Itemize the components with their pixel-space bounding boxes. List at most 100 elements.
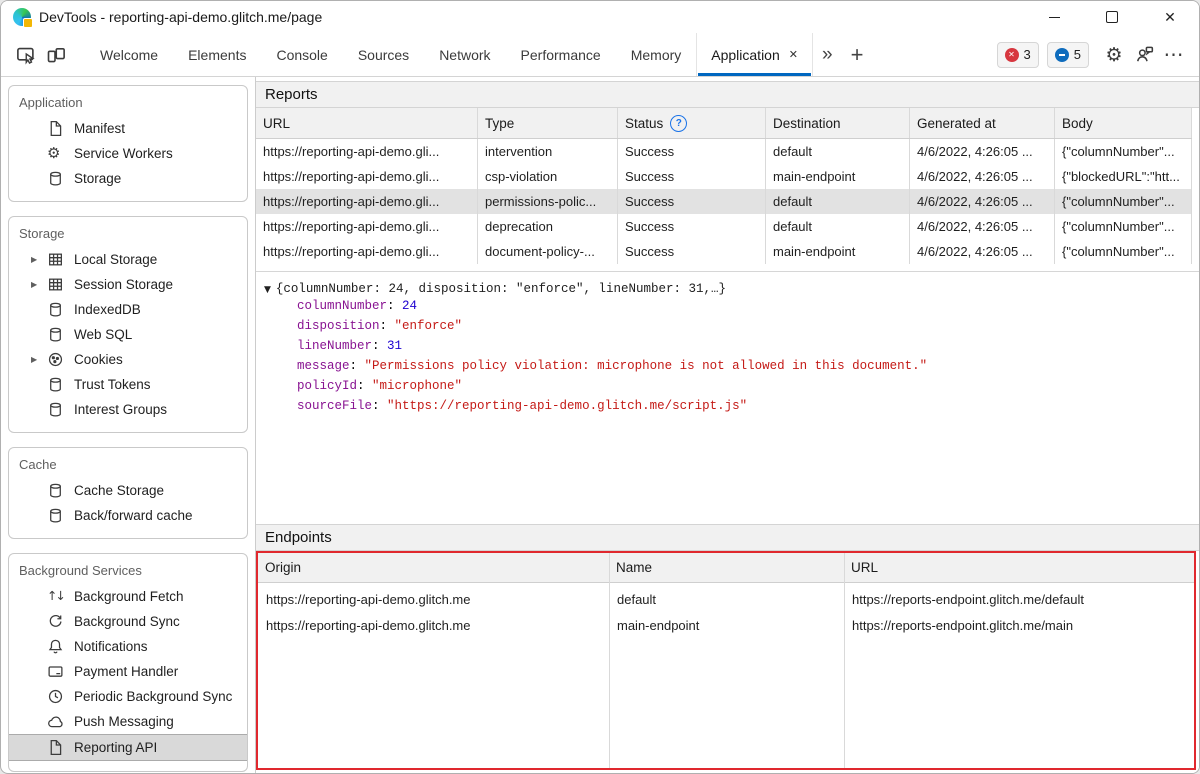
settings-button[interactable]: ⚙ (1099, 40, 1129, 70)
sidebar-item-push-messaging[interactable]: Push Messaging (9, 709, 247, 734)
error-badge[interactable]: ✕ 3 (997, 42, 1039, 68)
tree-expanded-icon[interactable]: ▼ (264, 285, 271, 295)
endpoints-column-header-name[interactable]: Name (609, 553, 844, 582)
endpoints-table-header: Origin Name URL (258, 553, 1194, 583)
column-header-url[interactable]: URL (256, 108, 478, 138)
report-row[interactable]: https://reporting-api-demo.gli...csp-vio… (256, 164, 1192, 189)
sidebar-item-label: Back/forward cache (74, 508, 193, 523)
report-row[interactable]: https://reporting-api-demo.gli...depreca… (256, 214, 1192, 239)
feedback-button[interactable] (1129, 40, 1159, 70)
more-tabs-button[interactable]: » (813, 44, 842, 66)
sidebar-item-trust-tokens[interactable]: Trust Tokens (9, 372, 247, 397)
report-cell: document-policy-... (478, 239, 618, 264)
tab-application[interactable]: Application ✕ (696, 33, 813, 76)
database-icon (47, 482, 69, 499)
report-cell: 4/6/2022, 4:26:05 ... (910, 189, 1055, 214)
issues-icon (1055, 48, 1069, 62)
sidebar-item-periodic-background-sync[interactable]: Periodic Background Sync (9, 684, 247, 709)
endpoint-cell: https://reports-endpoint.glitch.me/main (844, 612, 1194, 638)
issue-count: 5 (1074, 47, 1081, 62)
tab-label: Network (439, 47, 490, 63)
tab-memory[interactable]: Memory (616, 33, 697, 76)
tab-welcome[interactable]: Welcome (85, 33, 173, 76)
sidebar-item-cookies[interactable]: ▶ Cookies (9, 347, 247, 372)
sidebar-item-background-sync[interactable]: Background Sync (9, 609, 247, 634)
sidebar-item-session-storage[interactable]: ▶ Session Storage (9, 272, 247, 297)
sidebar-item-interest-groups[interactable]: Interest Groups (9, 397, 247, 422)
tab-performance[interactable]: Performance (506, 33, 616, 76)
report-row[interactable]: https://reporting-api-demo.gli...documen… (256, 239, 1192, 264)
sidebar-item-service-workers[interactable]: ⚙ Service Workers (9, 141, 247, 166)
reports-table-header: URL Type Status ? Destination Generated … (256, 108, 1192, 139)
report-cell: Success (618, 189, 766, 214)
column-header-label: Status (625, 116, 663, 131)
sidebar-item-manifest[interactable]: Manifest (9, 116, 247, 141)
tab-label: Performance (521, 47, 601, 63)
expander-icon[interactable]: ▶ (31, 280, 47, 289)
inspect-element-button[interactable] (11, 40, 41, 70)
endpoint-cell: https://reports-endpoint.glitch.me/defau… (844, 586, 1194, 612)
sidebar-item-payment-handler[interactable]: Payment Handler (9, 659, 247, 684)
endpoint-row[interactable]: https://reporting-api-demo.glitch.medefa… (258, 586, 1194, 612)
report-cell: default (766, 214, 910, 239)
json-preview-line[interactable]: ▼ {columnNumber: 24, disposition: "enfor… (264, 282, 1191, 296)
close-button[interactable]: ✕ (1141, 1, 1199, 33)
report-cell: Success (618, 239, 766, 264)
tab-console[interactable]: Console (261, 33, 342, 76)
column-header-type[interactable]: Type (478, 108, 618, 138)
column-header-body[interactable]: Body (1055, 108, 1192, 138)
device-toolbar-button[interactable] (41, 40, 71, 70)
gear-icon: ⚙ (1105, 44, 1122, 66)
report-row[interactable]: https://reporting-api-demo.gli...interve… (256, 139, 1192, 164)
minimize-button[interactable] (1025, 1, 1083, 33)
endpoint-row[interactable]: https://reporting-api-demo.glitch.memain… (258, 612, 1194, 638)
tab-label: Console (276, 47, 327, 63)
tab-close-icon[interactable]: ✕ (789, 48, 798, 61)
sidebar-item-web-sql[interactable]: Web SQL (9, 322, 247, 347)
report-cell: Success (618, 164, 766, 189)
report-row[interactable]: https://reporting-api-demo.gli...permiss… (256, 189, 1192, 214)
help-icon[interactable]: ? (670, 115, 687, 132)
sidebar-item-label: Session Storage (74, 277, 173, 292)
error-icon: ✕ (1005, 48, 1019, 62)
sidebar-item-label: Background Fetch (74, 589, 184, 604)
report-cell: default (766, 189, 910, 214)
report-cell: main-endpoint (766, 164, 910, 189)
sidebar-item-label: Reporting API (74, 740, 157, 755)
database-icon (47, 170, 69, 187)
column-header-label: Origin (265, 560, 301, 575)
sidebar-item-storage[interactable]: Storage (9, 166, 247, 191)
maximize-button[interactable] (1083, 1, 1141, 33)
issues-badge[interactable]: 5 (1047, 42, 1089, 68)
endpoints-column-header-origin[interactable]: Origin (258, 553, 609, 582)
expander-icon[interactable]: ▶ (31, 255, 47, 264)
new-tab-button[interactable]: + (842, 42, 873, 68)
sidebar-item-label: Periodic Background Sync (74, 689, 232, 704)
column-header-status[interactable]: Status ? (618, 108, 766, 138)
report-cell: main-endpoint (766, 239, 910, 264)
error-count: 3 (1024, 47, 1031, 62)
column-header-generated-at[interactable]: Generated at (910, 108, 1055, 138)
tab-sources[interactable]: Sources (343, 33, 424, 76)
endpoint-cell: main-endpoint (609, 612, 844, 638)
sidebar-item-reporting-api[interactable]: Reporting API (9, 734, 247, 761)
sidebar-item-cache-storage[interactable]: Cache Storage (9, 478, 247, 503)
sidebar-item-background-fetch[interactable]: ↑↓ Background Fetch (9, 584, 247, 609)
sidebar-item-indexeddb[interactable]: IndexedDB (9, 297, 247, 322)
column-header-label: Generated at (917, 116, 996, 131)
report-cell: {"columnNumber"... (1055, 139, 1192, 164)
column-header-destination[interactable]: Destination (766, 108, 910, 138)
more-options-icon: ⋯ (1164, 42, 1185, 67)
sidebar-item-local-storage[interactable]: ▶ Local Storage (9, 247, 247, 272)
endpoints-column-header-url[interactable]: URL (844, 553, 1194, 582)
document-icon (47, 739, 69, 756)
sidebar-item-back-forward-cache[interactable]: Back/forward cache (9, 503, 247, 528)
tab-network[interactable]: Network (424, 33, 505, 76)
sidebar-item-label: IndexedDB (74, 302, 141, 317)
table-icon (47, 251, 69, 268)
more-options-button[interactable]: ⋯ (1159, 40, 1189, 70)
sidebar-item-notifications[interactable]: Notifications (9, 634, 247, 659)
report-body-detail: ▼ {columnNumber: 24, disposition: "enfor… (256, 271, 1199, 524)
expander-icon[interactable]: ▶ (31, 355, 47, 364)
tab-elements[interactable]: Elements (173, 33, 261, 76)
